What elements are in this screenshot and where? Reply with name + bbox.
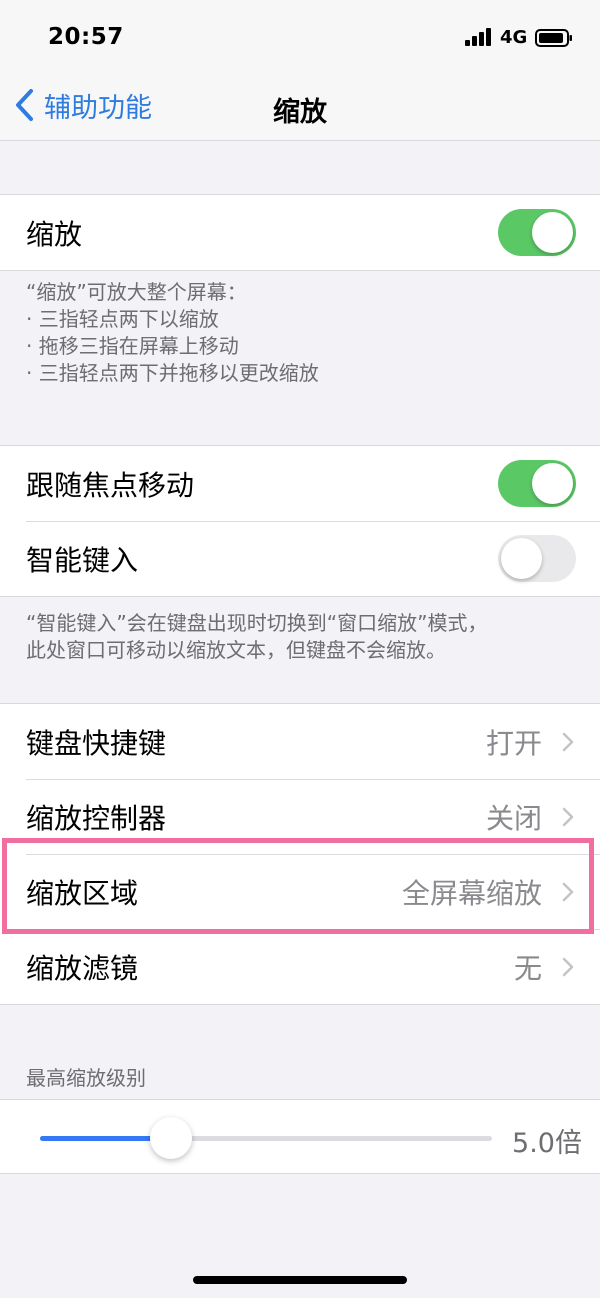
toggle-knob <box>501 538 542 579</box>
nav-bar: 辅助功能 缩放 <box>0 72 600 141</box>
option-label: 缩放控制器 <box>26 801 167 835</box>
toggle-knob <box>532 212 573 253</box>
option-zoom-controller[interactable]: 缩放控制器 关闭 <box>0 779 600 854</box>
option-value: 打开 <box>485 726 542 760</box>
chevron-right-icon <box>562 807 574 827</box>
chevron-right-icon <box>562 957 574 977</box>
option-label: 键盘快捷键 <box>26 726 167 760</box>
option-value: 关闭 <box>485 801 542 835</box>
zoom-label: 缩放 <box>26 217 83 251</box>
page-title: 缩放 <box>273 97 327 128</box>
zoom-toggle[interactable] <box>498 209 576 256</box>
smart-typing-footer-line: “智能键入”会在键盘出现时切换到“窗口缩放”模式， <box>26 611 488 635</box>
zoom-group: 缩放 <box>0 194 600 271</box>
option-label: 缩放滤镜 <box>26 951 139 985</box>
chevron-right-icon <box>562 882 574 902</box>
follow-focus-row: 跟随焦点移动 <box>0 446 600 521</box>
option-keyboard-shortcuts[interactable]: 键盘快捷键 打开 <box>0 704 600 779</box>
zoom-footer-bullet: · 三指轻点两下并拖移以更改缩放 <box>26 361 319 385</box>
status-bar: 20:57 4G <box>0 0 600 72</box>
zoom-slider-thumb[interactable] <box>150 1117 193 1159</box>
focus-group: 跟随焦点移动 智能键入 <box>0 445 600 597</box>
chevron-right-icon <box>562 732 574 752</box>
follow-focus-label: 跟随焦点移动 <box>26 468 195 502</box>
option-zoom-region[interactable]: 缩放区域 全屏幕缩放 <box>0 854 600 929</box>
smart-typing-toggle[interactable] <box>498 535 576 582</box>
zoom-footer-title: “缩放”可放大整个屏幕： <box>26 280 247 304</box>
follow-focus-toggle[interactable] <box>498 460 576 507</box>
smart-typing-row: 智能键入 <box>0 521 600 596</box>
zoom-footer-bullet: · 拖移三指在屏幕上移动 <box>26 334 239 358</box>
options-group: 键盘快捷键 打开 缩放控制器 关闭 缩放区域 全屏幕缩放 缩放滤镜 无 <box>0 703 600 1005</box>
zoom-row: 缩放 <box>0 195 600 270</box>
zoom-footer-bullet: · 三指轻点两下以缩放 <box>26 307 219 331</box>
smart-typing-footer: “智能键入”会在键盘出现时切换到“窗口缩放”模式， 此处窗口可移动以缩放文本，但… <box>26 610 574 664</box>
toggle-knob <box>532 463 573 504</box>
status-time: 20:57 <box>48 24 124 50</box>
home-indicator <box>193 1276 407 1284</box>
network-type: 4G <box>500 27 528 48</box>
max-zoom-header: 最高缩放级别 <box>26 1066 146 1090</box>
zoom-footer: “缩放”可放大整个屏幕： · 三指轻点两下以缩放 · 拖移三指在屏幕上移动 · … <box>26 279 574 387</box>
smart-typing-label: 智能键入 <box>26 543 139 577</box>
option-zoom-filter[interactable]: 缩放滤镜 无 <box>0 929 600 1004</box>
option-label: 缩放区域 <box>26 876 139 910</box>
smart-typing-footer-line: 此处窗口可移动以缩放文本，但键盘不会缩放。 <box>26 638 446 662</box>
option-value: 无 <box>513 951 542 985</box>
max-zoom-value: 5.0倍 <box>512 1128 582 1159</box>
option-value: 全屏幕缩放 <box>401 876 542 910</box>
battery-icon <box>535 29 572 47</box>
cellular-signal-icon <box>465 28 491 46</box>
